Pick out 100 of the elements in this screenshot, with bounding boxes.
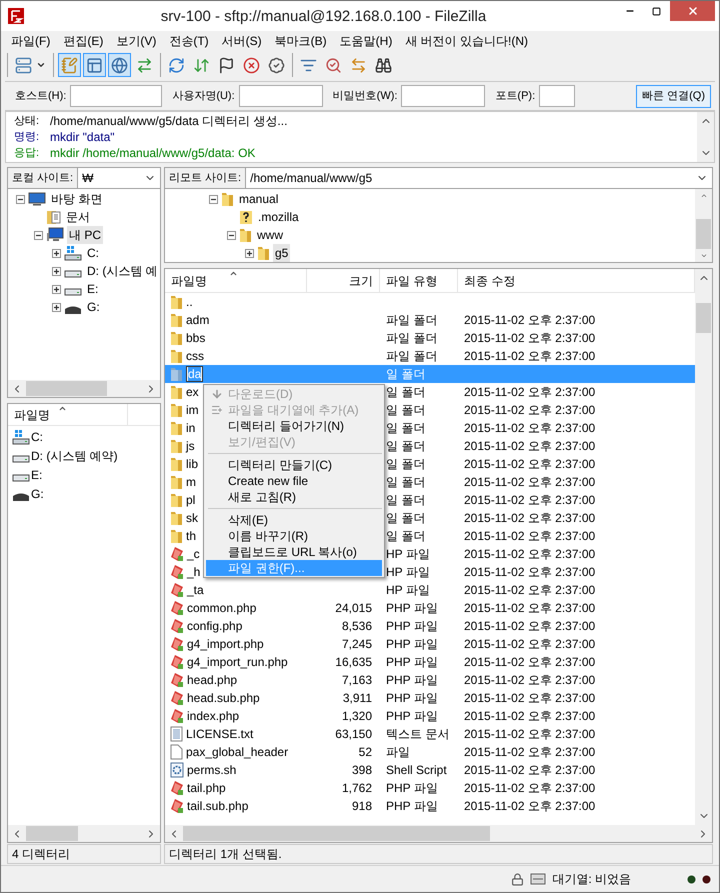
host-field[interactable]: [70, 85, 162, 107]
file-size: 398: [352, 763, 372, 777]
file-type: PHP 파일: [386, 709, 438, 723]
collapse-toggle[interactable]: [227, 230, 236, 240]
scroll-thumb[interactable]: [696, 303, 711, 333]
list-item[interactable]: D: (시스템 예약): [12, 446, 160, 465]
expand-toggle[interactable]: [245, 248, 254, 258]
tree-item[interactable]: D: (시스템 예: [85, 262, 160, 280]
username-field[interactable]: [238, 85, 323, 107]
maximize-icon: [652, 6, 661, 16]
close-button[interactable]: [670, 1, 715, 21]
tree-item[interactable]: .mozilla: [256, 208, 301, 226]
modified-date: 2015-11-02 오후 2:37:00: [464, 691, 596, 705]
scroll-thumb[interactable]: [696, 218, 711, 248]
horizontal-scrollbar[interactable]: [8, 825, 160, 842]
menu-item[interactable]: 전송(T): [163, 32, 215, 50]
menu-item[interactable]: 디렉터리 만들기(C): [206, 457, 382, 473]
tree-item[interactable]: C:: [85, 244, 101, 262]
vertical-scrollbar[interactable]: [697, 112, 714, 162]
log-message: mkdir /home/manual/www/g5/data: OK: [50, 145, 256, 162]
file-name: tail.sub.php: [187, 798, 248, 815]
tree-item[interactable]: 문서: [64, 208, 92, 226]
list-item[interactable]: C:: [12, 427, 160, 446]
menu-item[interactable]: 이름 바꾸기(R): [206, 528, 382, 544]
scroll-thumb[interactable]: [26, 381, 108, 396]
modified-date: 2015-11-02 오후 2:37:00: [464, 763, 596, 777]
vertical-scrollbar[interactable]: [695, 269, 712, 825]
column-header[interactable]: 파일명: [165, 269, 307, 292]
menu-item[interactable]: 도움말(H): [334, 32, 398, 50]
menu-item[interactable]: 북마크(B): [268, 32, 333, 50]
tree-item[interactable]: www: [255, 226, 285, 244]
folder-icon: [170, 438, 183, 454]
file-name: tail.php: [187, 780, 226, 797]
file-type: 일 폴더: [386, 529, 426, 543]
expand-toggle[interactable]: [52, 266, 61, 276]
file-name: config.php: [187, 618, 242, 635]
folder-icon: [221, 191, 234, 207]
expand-toggle[interactable]: [52, 248, 61, 258]
tree-item[interactable]: g5: [273, 244, 290, 262]
tree-item[interactable]: E:: [85, 280, 100, 298]
scroll-thumb[interactable]: [183, 826, 490, 841]
modified-date: 2015-11-02 오후 2:37:00: [464, 475, 596, 489]
column-header[interactable]: 파일명: [8, 404, 128, 425]
password-field[interactable]: [401, 85, 486, 107]
tree-item[interactable]: G:: [85, 298, 102, 316]
tree-item[interactable]: manual: [237, 190, 280, 208]
modified-date: 2015-11-02 오후 2:37:00: [464, 403, 596, 417]
collapse-toggle[interactable]: [34, 230, 43, 240]
list-item[interactable]: E:: [12, 465, 160, 484]
collapse-toggle[interactable]: [209, 194, 218, 204]
folder-icon: [170, 474, 183, 490]
collapse-toggle[interactable]: [16, 194, 25, 204]
code-file-icon: [170, 654, 184, 670]
tree-item[interactable]: 내 PC: [67, 226, 104, 244]
server-icon: [15, 56, 32, 74]
menu-item[interactable]: 새로 고침(R): [206, 489, 382, 505]
folder-icon: [257, 245, 270, 261]
list-item[interactable]: G:: [12, 484, 160, 503]
path-dropdown[interactable]: ₩: [78, 168, 160, 188]
menu-item[interactable]: 편집(E): [57, 32, 110, 50]
menu-item[interactable]: 삭제(E): [206, 512, 382, 528]
sort-icon: [58, 404, 67, 413]
menu-item[interactable]: 클립보드로 URL 복사(o): [206, 544, 382, 560]
download-arrow-icon: [211, 388, 223, 400]
drive-name: E:: [31, 466, 42, 484]
tree-item[interactable]: 바탕 화면: [49, 190, 104, 208]
quickconnect-button[interactable]: 빠른 연결(Q): [636, 84, 711, 108]
modified-date: 2015-11-02 오후 2:37:00: [464, 493, 596, 507]
expand-toggle[interactable]: [52, 284, 61, 294]
path-dropdown[interactable]: /home/manual/www/g5: [246, 168, 712, 188]
log-label: 응답:: [14, 146, 38, 161]
file-name: perms.sh: [187, 762, 236, 779]
folder-icon: [170, 420, 183, 436]
refresh-icon: [168, 56, 185, 74]
log-message: mkdir "data": [50, 129, 115, 146]
file-name: lib: [186, 456, 198, 473]
menu-item[interactable]: 파일(F): [5, 32, 56, 50]
code-file-icon: [170, 600, 184, 616]
modified-date: 2015-11-02 오후 2:37:00: [464, 421, 596, 435]
file-type: PHP 파일: [386, 799, 438, 813]
horizontal-scrollbar[interactable]: [165, 825, 712, 842]
expand-toggle[interactable]: [52, 302, 61, 312]
file-type: PHP 파일: [386, 637, 438, 651]
menu-item[interactable]: Create new file: [206, 473, 382, 489]
port-field[interactable]: [539, 85, 576, 107]
folder-icon: [170, 528, 183, 544]
file-size: 918: [352, 799, 372, 813]
menu-item[interactable]: 보기(V): [110, 32, 162, 50]
column-header[interactable]: 파일 유형: [380, 269, 458, 292]
check-badge-icon: [268, 56, 285, 74]
question-folder-icon: [239, 209, 253, 225]
modified-date: 2015-11-02 오후 2:37:00: [464, 457, 596, 471]
vertical-scrollbar[interactable]: [695, 189, 712, 262]
menu-item[interactable]: 서버(S): [216, 32, 268, 50]
horizontal-scrollbar[interactable]: [8, 380, 160, 397]
menu-item[interactable]: 디렉터리 들어가기(N): [206, 418, 382, 434]
column-header[interactable]: 크기: [307, 269, 380, 292]
menu-item[interactable]: 새 버전이 있습니다!(N): [399, 32, 534, 50]
scroll-thumb[interactable]: [26, 826, 78, 841]
drive-icon: [12, 428, 30, 444]
